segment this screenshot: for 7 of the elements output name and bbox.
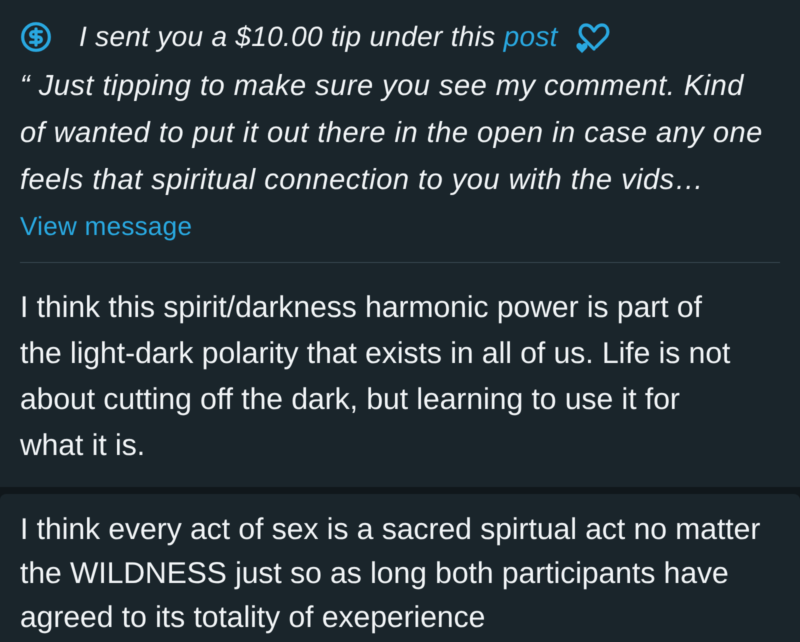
tip-quote: “ Just tipping to make sure you see my comment. Kind of wanted to put it out there in the open in case any one feels that spiritual connection to you with the vids…	[20, 69, 764, 198]
post-link[interactable]: post	[504, 21, 558, 52]
tip-message: I sent you a $10.00 tip under this post	[79, 20, 558, 54]
comment-text: I think this spirit/darkness harmonic power is part of the light-dark polarity that exists in all of us. Life is not about cutting off the dark, but learning to use it for what it is.	[20, 290, 732, 464]
comment-text: I think every act of sex is a sacred spirtual act no matter the WILDNESS just so as long both participants have agreed to its totality of exeperience	[20, 512, 762, 636]
view-message-link[interactable]: View message	[20, 204, 192, 248]
dollar-coin-icon	[20, 21, 52, 53]
